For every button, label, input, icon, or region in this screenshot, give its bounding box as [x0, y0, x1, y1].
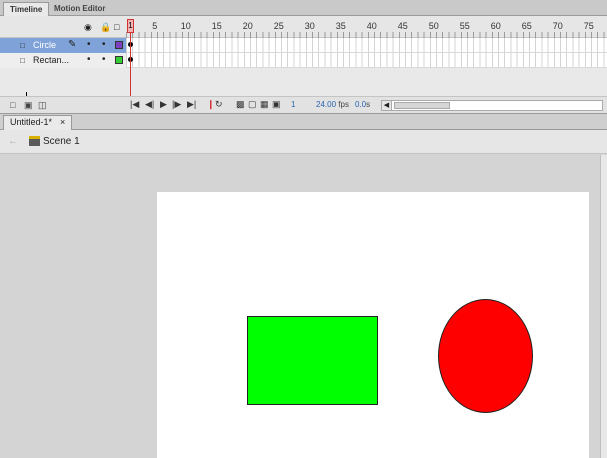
tab-timeline[interactable]: Timeline — [3, 2, 50, 16]
modify-markers-icon[interactable]: ▣ — [272, 99, 281, 110]
timeline-horizontal-scrollbar[interactable]: ◀ — [381, 100, 603, 111]
ruler-number: 60 — [490, 21, 501, 31]
step-back-icon[interactable]: ◀| — [145, 99, 154, 110]
current-frame-readout: 1 — [291, 100, 296, 109]
scroll-left-arrow-icon[interactable]: ◀ — [382, 101, 392, 110]
delete-layer-icon[interactable]: ◫ — [38, 100, 47, 111]
green-rectangle-shape[interactable] — [247, 316, 378, 405]
timeline-panel: ◉ 🔒 □ □ Circle ✎ • • □ Rectan... • • 5 10… — [0, 16, 607, 113]
document-tab[interactable]: Untitled-1* × — [3, 115, 73, 130]
red-circle-shape[interactable] — [438, 299, 533, 413]
layer-icon: □ — [20, 41, 25, 50]
edit-multiple-frames-icon[interactable]: ▦ — [260, 99, 269, 110]
ruler-number: 75 — [583, 21, 594, 31]
playhead[interactable]: 1 — [127, 19, 134, 33]
ruler-number: 50 — [428, 21, 439, 31]
visibility-dot[interactable]: • — [87, 39, 91, 51]
onion-skin-outlines-icon[interactable]: ▢ — [248, 99, 257, 110]
outline-icon[interactable]: □ — [114, 22, 119, 32]
ruler-number: 15 — [211, 21, 222, 31]
scene-clapper-icon — [29, 136, 40, 146]
layer-name[interactable]: Rectan... — [33, 55, 69, 65]
document-tab-label[interactable]: Untitled-1* — [10, 117, 52, 127]
ruler-number: 20 — [242, 21, 253, 31]
playhead-line — [130, 33, 131, 99]
time-readout: 0.0s — [355, 100, 370, 109]
ruler-number: 45 — [397, 21, 408, 31]
step-forward-icon[interactable]: |▶ — [172, 99, 181, 110]
timeline-controls: □ ▣ ◫ |◀ ◀| ▶ |▶ ▶| ❙ ↻ ▩ ▢ ▦ ▣ 1 24.00 … — [0, 96, 607, 113]
close-tab-icon[interactable]: × — [60, 117, 65, 127]
go-to-first-frame-icon[interactable]: |◀ — [130, 99, 139, 110]
lock-dot[interactable]: • — [102, 54, 106, 66]
ruler-number: 65 — [521, 21, 532, 31]
onion-skin-icon[interactable]: ▩ — [236, 99, 245, 110]
ruler-number: 35 — [335, 21, 346, 31]
go-to-last-frame-icon[interactable]: ▶| — [187, 99, 196, 110]
lock-icon[interactable]: 🔒 — [100, 22, 111, 32]
ruler-number: 40 — [366, 21, 377, 31]
ruler-number: 5 — [152, 21, 158, 31]
work-area[interactable] — [0, 155, 607, 458]
visibility-dot[interactable]: • — [87, 54, 91, 66]
scene-bar: ← Scene 1 — [0, 130, 607, 154]
center-frame-icon[interactable]: ❙ — [207, 99, 215, 110]
frame-row-rectangle[interactable] — [126, 53, 607, 68]
back-arrow-icon[interactable]: ← — [8, 136, 18, 147]
scrollbar-thumb[interactable] — [394, 102, 450, 109]
stage-vertical-scrollbar[interactable] — [600, 155, 607, 458]
lock-dot[interactable]: • — [102, 39, 106, 51]
scene-label[interactable]: Scene 1 — [43, 136, 80, 147]
tab-motion-editor[interactable]: Motion Editor — [48, 2, 112, 16]
loop-icon[interactable]: ↻ — [215, 99, 223, 110]
layer-color-swatch[interactable] — [115, 41, 123, 49]
new-folder-icon[interactable]: ▣ — [24, 100, 33, 111]
layer-name[interactable]: Circle — [33, 40, 56, 50]
frame-row-circle[interactable] — [126, 38, 607, 53]
stage[interactable] — [157, 192, 589, 458]
eye-icon[interactable]: ◉ — [84, 22, 92, 32]
new-layer-icon[interactable]: □ — [10, 100, 15, 110]
play-icon[interactable]: ▶ — [160, 99, 167, 110]
ruler-number: 55 — [459, 21, 470, 31]
fps-value[interactable]: 24.00 — [316, 100, 336, 109]
ruler-number: 25 — [273, 21, 284, 31]
layer-color-swatch[interactable] — [115, 56, 123, 64]
panel-tab-bar: Timeline Motion Editor — [0, 0, 607, 16]
layer-icon: □ — [20, 56, 25, 65]
time-value: 0.0 — [355, 100, 367, 109]
fps-readout[interactable]: 24.00 fps — [316, 100, 349, 109]
time-unit: s — [366, 100, 371, 109]
document-tab-bar: Untitled-1* × — [0, 113, 607, 130]
pencil-icon: ✎ — [68, 39, 77, 50]
ruler-number: 70 — [552, 21, 563, 31]
ruler-number: 10 — [180, 21, 191, 31]
ruler-number: 30 — [304, 21, 315, 31]
fps-unit: fps — [338, 100, 349, 109]
